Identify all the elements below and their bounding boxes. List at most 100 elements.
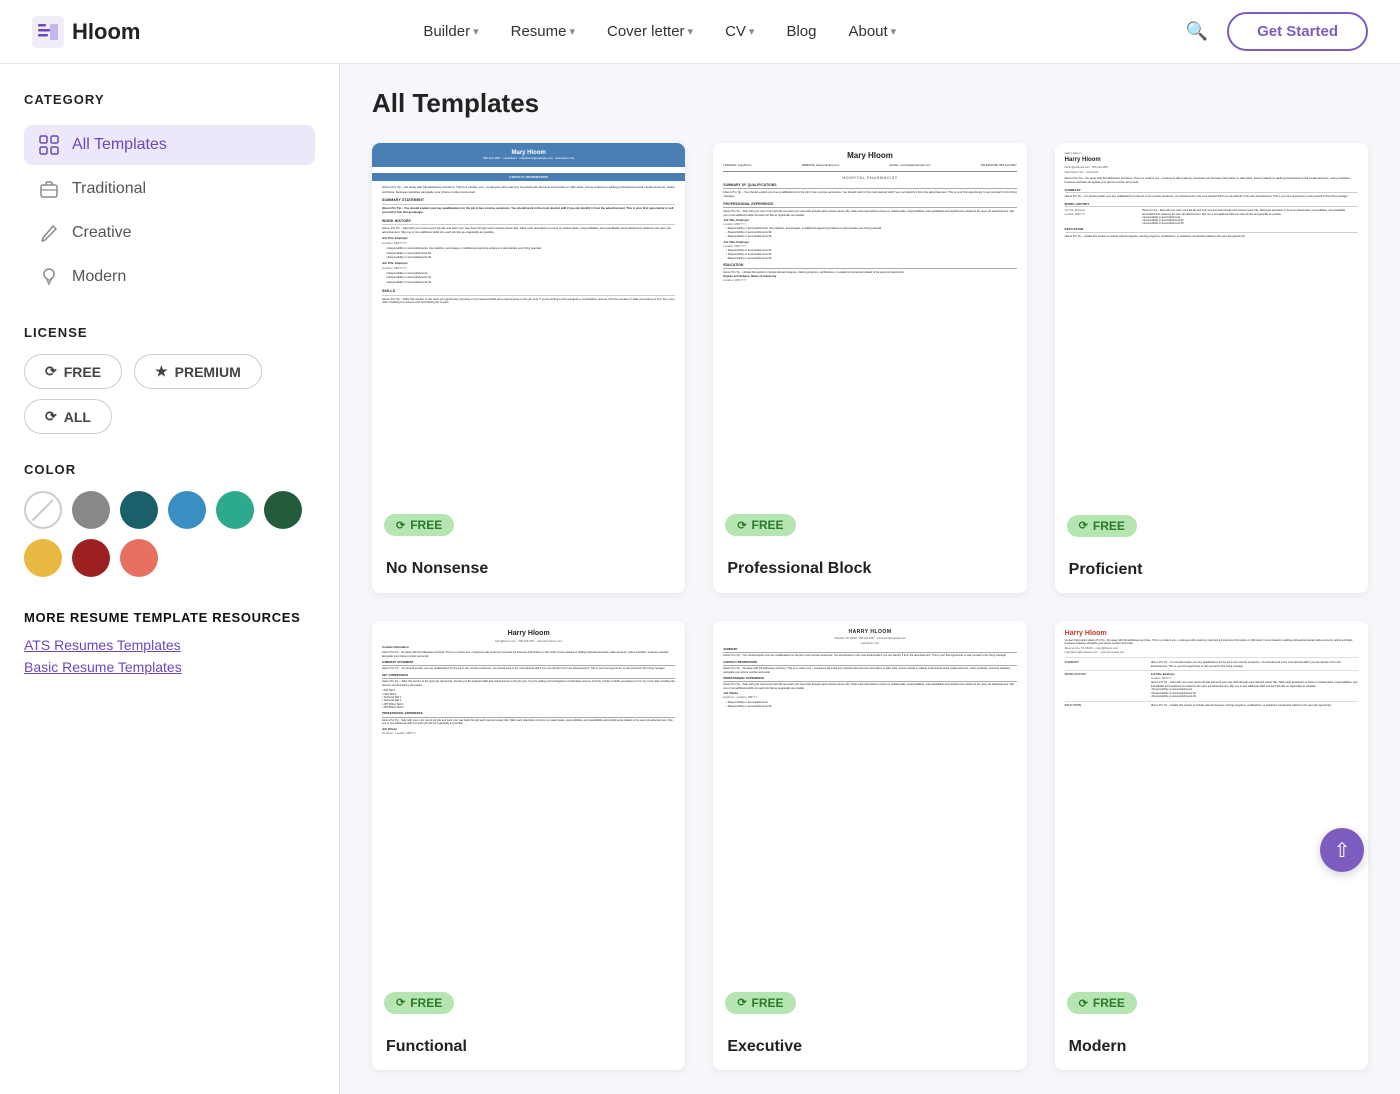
templates-grid: Mary Hloom 555-123-4567 · maryhloom · ma…: [372, 143, 1368, 1070]
chevron-down-icon: ▾: [688, 25, 694, 38]
category-list: CATEGORY All Templates: [24, 92, 315, 297]
resume-mini-modern: Harry Hloom Contact Information Hloom Pr…: [1055, 621, 1368, 1027]
nav-links: Builder ▾ Resume ▾ Cover letter ▾ CV ▾ B…: [409, 15, 910, 48]
sidebar-item-all-templates[interactable]: All Templates: [24, 125, 315, 165]
star-icon: ★: [155, 363, 168, 380]
free-icon: ⟳: [737, 996, 746, 1009]
license-all-buttons: ⟳ ALL: [24, 389, 315, 434]
template-info-no-nonsense: No Nonsense: [372, 548, 685, 592]
nav-cover-letter[interactable]: Cover letter ▾: [593, 15, 707, 48]
license-free-button[interactable]: ⟳ FREE: [24, 354, 122, 389]
color-swatch-red[interactable]: [72, 539, 110, 577]
color-grid: [24, 491, 315, 577]
chevron-down-icon: ▾: [473, 25, 479, 38]
sidebar-modern-label: Modern: [72, 268, 126, 286]
lightbulb-icon: [38, 266, 60, 288]
template-badge-no-nonsense: ⟳ FREE: [384, 514, 454, 536]
color-swatch-teal[interactable]: [120, 491, 158, 529]
template-info-executive: Executive: [713, 1026, 1026, 1070]
license-premium-button[interactable]: ★ PREMIUM: [134, 354, 262, 389]
free-icon: ⟳: [1079, 519, 1088, 532]
color-section: COLOR: [24, 462, 315, 577]
template-card-functional[interactable]: Harry Hloom harry@hloom.com · 555-123-45…: [372, 621, 685, 1071]
sidebar-item-traditional[interactable]: Traditional: [24, 169, 315, 209]
template-badge-modern: ⟳ FREE: [1067, 992, 1137, 1014]
color-swatch-yellow[interactable]: [24, 539, 62, 577]
template-preview-executive: HARRY HLOOM Asheville, NC 28403 · 555-12…: [713, 621, 1026, 1026]
color-swatch-green[interactable]: [216, 491, 254, 529]
color-swatch-dark-green[interactable]: [264, 491, 302, 529]
ats-templates-link[interactable]: ATS Resumes Templates: [24, 637, 315, 653]
template-card-no-nonsense[interactable]: Mary Hloom 555-123-4567 · maryhloom · ma…: [372, 143, 685, 593]
template-card-executive[interactable]: HARRY HLOOM Asheville, NC 28403 · 555-12…: [713, 621, 1026, 1071]
logo-icon: [32, 16, 64, 48]
free-icon: ⟳: [1079, 997, 1088, 1010]
free-icon: ⟳: [396, 996, 405, 1009]
search-button[interactable]: 🔍: [1179, 14, 1215, 50]
template-card-proficient[interactable]: Harry Hloom Harry Hloom hloom@example.co…: [1055, 143, 1368, 593]
license-buttons: ⟳ FREE ★ PREMIUM: [24, 354, 315, 389]
nav-builder[interactable]: Builder ▾: [409, 15, 492, 48]
template-name-executive: Executive: [727, 1038, 1012, 1056]
logo[interactable]: Hloom: [32, 16, 140, 48]
template-info-functional: Functional: [372, 1026, 685, 1070]
nav-about[interactable]: About ▾: [834, 15, 910, 48]
template-name-no-nonsense: No Nonsense: [386, 560, 671, 578]
template-info-proficient: Proficient: [1055, 549, 1368, 593]
resume-mini-functional: Harry Hloom harry@hloom.com · 555-123-45…: [372, 621, 685, 1026]
template-info-modern: Modern: [1055, 1026, 1368, 1070]
chevron-down-icon: ▾: [891, 25, 897, 38]
main-content: All Templates Mary Hloom 555-123-4567 · …: [340, 64, 1400, 1094]
template-preview-professional-block: Mary Hloom LINKEDIN: maryhloom WEBSITE: …: [713, 143, 1026, 548]
basic-templates-link[interactable]: Basic Resume Templates: [24, 659, 315, 675]
sidebar: CATEGORY All Templates: [0, 64, 340, 1094]
template-preview-no-nonsense: Mary Hloom 555-123-4567 · maryhloom · ma…: [372, 143, 685, 548]
license-all-button[interactable]: ⟳ ALL: [24, 399, 112, 434]
license-section-title: LICENSE: [24, 325, 315, 340]
pencil-icon: [38, 222, 60, 244]
template-card-professional-block[interactable]: Mary Hloom LINKEDIN: maryhloom WEBSITE: …: [713, 143, 1026, 593]
color-section-title: COLOR: [24, 462, 315, 477]
recycle-icon: ⟳: [45, 363, 57, 380]
recycle-icon-all: ⟳: [45, 408, 57, 425]
main-header: All Templates: [372, 88, 1368, 119]
color-swatch-gray[interactable]: [72, 491, 110, 529]
template-info-professional-block: Professional Block: [713, 548, 1026, 592]
color-swatch-none[interactable]: [24, 491, 62, 529]
nav-blog[interactable]: Blog: [772, 15, 830, 48]
page-body: CATEGORY All Templates: [0, 64, 1400, 1094]
navigation: Hloom Builder ▾ Resume ▾ Cover letter ▾ …: [0, 0, 1400, 64]
template-name-proficient: Proficient: [1069, 561, 1354, 579]
template-badge-executive: ⟳ FREE: [725, 992, 795, 1014]
briefcase-icon: [38, 178, 60, 200]
sidebar-traditional-label: Traditional: [72, 180, 146, 198]
scroll-to-top-button[interactable]: ⇧: [1320, 828, 1364, 872]
sidebar-item-creative[interactable]: Creative: [24, 213, 315, 253]
nav-resume[interactable]: Resume ▾: [497, 15, 589, 48]
page-title: All Templates: [372, 88, 1368, 119]
resume-mini-professional-block: Mary Hloom LINKEDIN: maryhloom WEBSITE: …: [713, 143, 1026, 548]
resume-mini-no-nonsense: Mary Hloom 555-123-4567 · maryhloom · ma…: [372, 143, 685, 548]
logo-text: Hloom: [72, 19, 140, 45]
template-name-functional: Functional: [386, 1038, 671, 1056]
template-badge-functional: ⟳ FREE: [384, 992, 454, 1014]
chevron-down-icon: ▾: [749, 25, 755, 38]
sidebar-item-modern[interactable]: Modern: [24, 257, 315, 297]
free-icon: ⟳: [737, 519, 746, 532]
sidebar-creative-label: Creative: [72, 224, 132, 242]
template-preview-modern: Harry Hloom Contact Information Hloom Pr…: [1055, 621, 1368, 1027]
category-section-title: CATEGORY: [24, 92, 315, 107]
color-swatch-coral[interactable]: [120, 539, 158, 577]
resume-mini-proficient: Harry Hloom Harry Hloom hloom@example.co…: [1055, 143, 1368, 549]
template-name-modern: Modern: [1069, 1038, 1354, 1056]
resources-section: MORE RESUME TEMPLATE RESOURCES ATS Resum…: [24, 609, 315, 675]
template-name-professional-block: Professional Block: [727, 560, 1012, 578]
get-started-button[interactable]: Get Started: [1227, 12, 1368, 51]
nav-cv[interactable]: CV ▾: [711, 15, 768, 48]
color-swatch-blue[interactable]: [168, 491, 206, 529]
resume-mini-executive: HARRY HLOOM Asheville, NC 28403 · 555-12…: [713, 621, 1026, 1026]
chevron-down-icon: ▾: [569, 25, 575, 38]
grid-icon: [38, 134, 60, 156]
resources-title: MORE RESUME TEMPLATE RESOURCES: [24, 609, 315, 627]
free-icon: ⟳: [396, 519, 405, 532]
